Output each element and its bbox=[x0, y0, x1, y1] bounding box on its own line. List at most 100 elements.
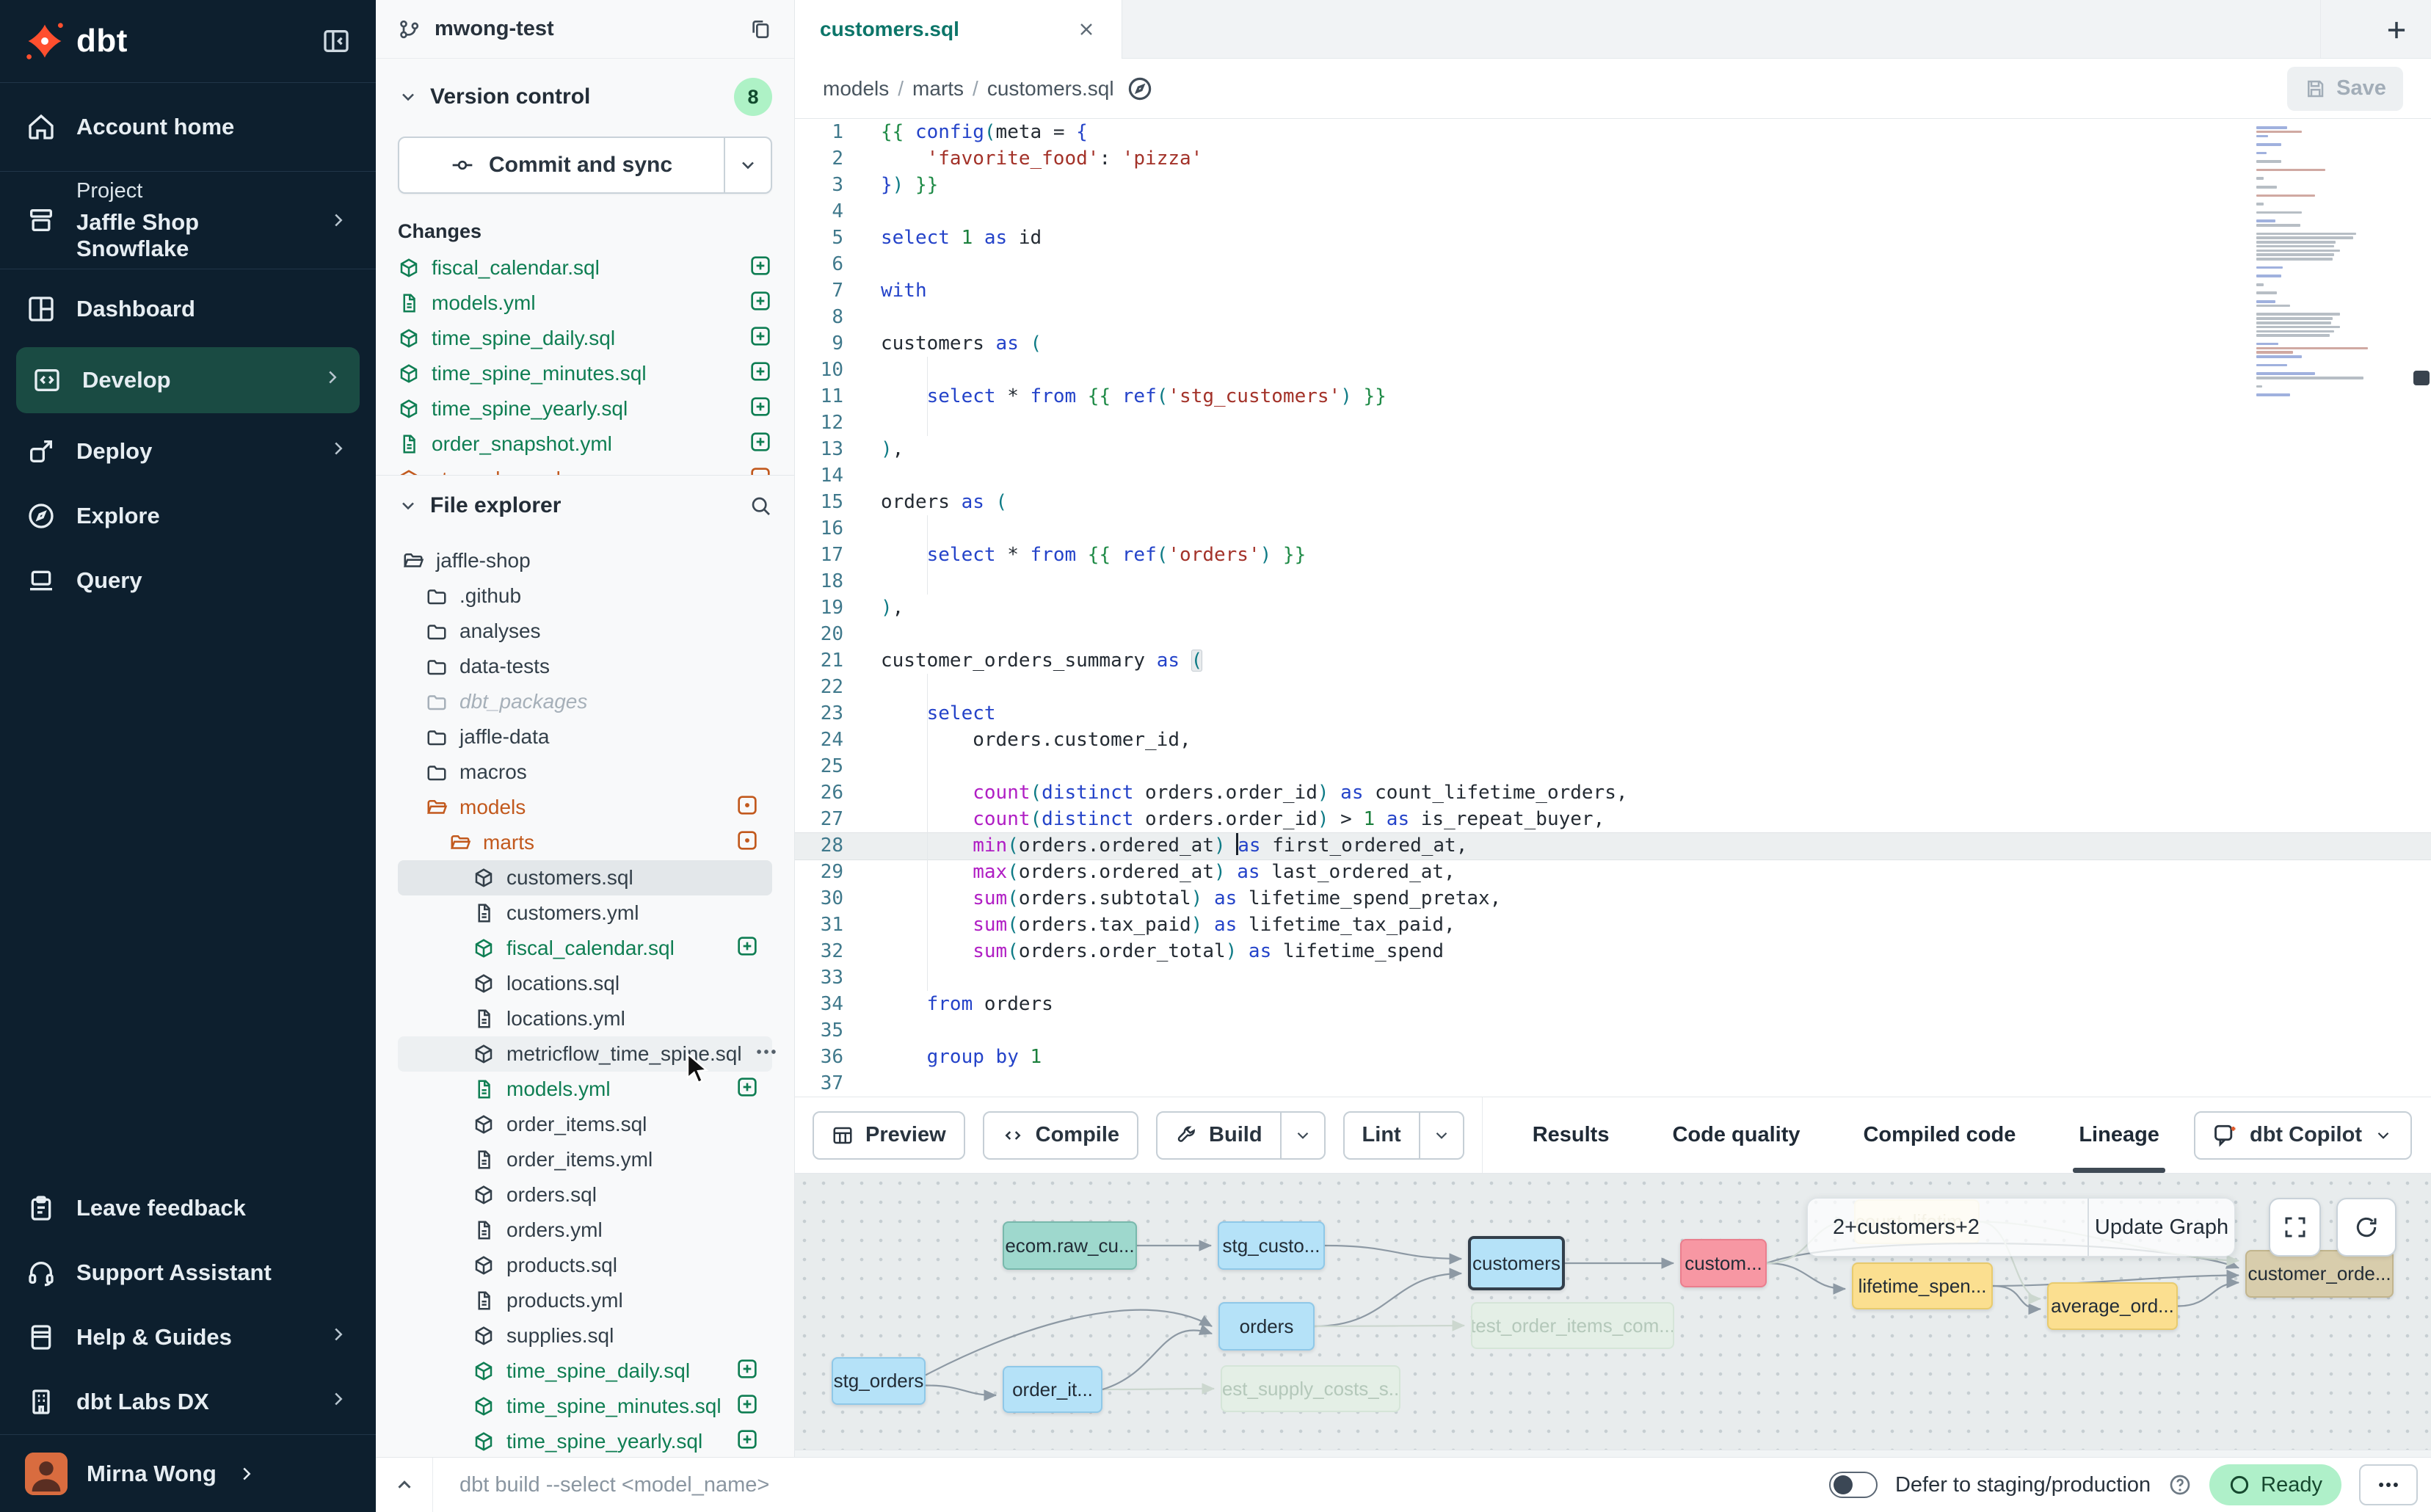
sidebar-item-develop[interactable]: Develop bbox=[16, 347, 360, 413]
changed-file-time_spine_daily.sql[interactable]: time_spine_daily.sql bbox=[398, 321, 772, 356]
sidebar-item-account-home[interactable]: Account home bbox=[0, 83, 376, 171]
tree-item-supplies.sql[interactable]: supplies.sql bbox=[398, 1318, 772, 1353]
user-menu[interactable]: Mirna Wong bbox=[0, 1435, 376, 1512]
version-control-header[interactable]: Version control 8 bbox=[398, 78, 772, 116]
tree-item-dbt_packages[interactable]: dbt_packages bbox=[398, 684, 772, 719]
build-button[interactable]: Build bbox=[1156, 1111, 1326, 1160]
defer-toggle[interactable] bbox=[1829, 1472, 1878, 1498]
lint-button[interactable]: Lint bbox=[1343, 1111, 1464, 1160]
tab-results[interactable]: Results bbox=[1533, 1097, 1610, 1173]
changed-file-fiscal_calendar.sql[interactable]: fiscal_calendar.sql bbox=[398, 250, 772, 286]
tree-item-time_spine_minutes.sql[interactable]: time_spine_minutes.sql bbox=[398, 1389, 772, 1424]
plus-box-icon[interactable] bbox=[735, 934, 759, 958]
sidebar-item-query[interactable]: Query bbox=[0, 548, 376, 613]
tree-item-products.sql[interactable]: products.sql bbox=[398, 1248, 772, 1283]
command-input[interactable]: dbt build --select <model_name> bbox=[459, 1473, 769, 1497]
plus-box-icon[interactable] bbox=[749, 430, 772, 454]
plus-box-icon[interactable] bbox=[735, 1392, 759, 1416]
changed-file-order_snapshot.yml[interactable]: order_snapshot.yml bbox=[398, 426, 772, 462]
sidebar-item-explore[interactable]: Explore bbox=[0, 484, 376, 548]
collapse-sidebar-icon[interactable] bbox=[321, 26, 351, 56]
sidebar-item-dbt-labs-dx[interactable]: dbt Labs DX bbox=[0, 1370, 376, 1434]
update-graph-button[interactable]: Update Graph bbox=[2087, 1199, 2234, 1256]
copy-icon[interactable] bbox=[749, 18, 772, 41]
lineage-node-ecom[interactable]: ecom.raw_cu... bbox=[1003, 1221, 1137, 1270]
changed-file-stg_orders.sql[interactable]: stg_orders.sql bbox=[398, 462, 772, 476]
plus-box-icon[interactable] bbox=[749, 360, 772, 383]
lineage-node-orders[interactable]: orders bbox=[1218, 1302, 1315, 1351]
sidebar-item-help-guides[interactable]: Help & Guides bbox=[0, 1305, 376, 1370]
sidebar-item-dashboard[interactable]: Dashboard bbox=[0, 277, 376, 341]
tree-item-locations.sql[interactable]: locations.sql bbox=[398, 966, 772, 1001]
sidebar-item-leave-feedback[interactable]: Leave feedback bbox=[0, 1176, 376, 1240]
tree-item-locations.yml[interactable]: locations.yml bbox=[398, 1001, 772, 1036]
dots-icon[interactable] bbox=[754, 1039, 779, 1064]
tree-item-.github[interactable]: .github bbox=[398, 578, 772, 614]
tree-item-orders.yml[interactable]: orders.yml bbox=[398, 1213, 772, 1248]
lineage-node-test_supply[interactable]: test_supply_costs_s... bbox=[1221, 1365, 1400, 1412]
plus-box-icon[interactable] bbox=[735, 1428, 759, 1451]
file-explorer-header[interactable]: File explorer bbox=[398, 493, 772, 518]
sidebar-item-support-assistant[interactable]: Support Assistant bbox=[0, 1240, 376, 1305]
tree-item-order_items.sql[interactable]: order_items.sql bbox=[398, 1107, 772, 1142]
tab-customers-sql[interactable]: customers.sql bbox=[795, 0, 1122, 59]
lineage-search-input[interactable]: 2+customers+2 bbox=[1808, 1199, 2087, 1256]
tree-item-customers.yml[interactable]: customers.yml bbox=[398, 895, 772, 931]
close-icon[interactable] bbox=[1076, 19, 1097, 40]
tree-item-marts[interactable]: marts bbox=[398, 825, 772, 860]
sidebar-item-project[interactable]: Project Jaffle Shop Snowflake bbox=[0, 172, 376, 269]
branch-name[interactable]: mwong-test bbox=[435, 17, 554, 41]
save-button[interactable]: Save bbox=[2287, 67, 2403, 111]
code-content[interactable]: {{ config(meta = { 'favorite_food': 'piz… bbox=[881, 119, 2240, 1097]
tab-code-quality[interactable]: Code quality bbox=[1672, 1097, 1800, 1173]
plus-box-icon[interactable] bbox=[749, 254, 772, 277]
help-icon[interactable] bbox=[2168, 1473, 2192, 1497]
more-options-button[interactable] bbox=[2359, 1464, 2418, 1505]
changed-file-models.yml[interactable]: models.yml bbox=[398, 286, 772, 321]
breadcrumb-item[interactable]: customers.sql bbox=[987, 77, 1114, 100]
dbt-copilot-button[interactable]: dbt Copilot bbox=[2194, 1111, 2412, 1160]
code-editor[interactable]: 1234567891011121314151617181920212223242… bbox=[795, 119, 2431, 1097]
minimap[interactable] bbox=[2256, 126, 2381, 398]
build-dropdown[interactable] bbox=[1280, 1113, 1324, 1158]
changed-file-time_spine_yearly.sql[interactable]: time_spine_yearly.sql bbox=[398, 391, 772, 426]
plus-box-icon[interactable] bbox=[749, 324, 772, 348]
tree-item-products.yml[interactable]: products.yml bbox=[398, 1283, 772, 1318]
lineage-hscrollbar[interactable] bbox=[795, 1450, 2431, 1457]
dot-box-icon[interactable] bbox=[735, 829, 759, 852]
tree-item-time_spine_daily.sql[interactable]: time_spine_daily.sql bbox=[398, 1353, 772, 1389]
plus-box-icon[interactable] bbox=[749, 395, 772, 418]
commit-options-button[interactable] bbox=[724, 138, 771, 192]
lint-dropdown[interactable] bbox=[1419, 1113, 1463, 1158]
tree-item-data-tests[interactable]: data-tests bbox=[398, 649, 772, 684]
tree-item-customers.sql[interactable]: customers.sql bbox=[398, 860, 772, 895]
search-icon[interactable] bbox=[749, 494, 772, 517]
tree-item-orders.sql[interactable]: orders.sql bbox=[398, 1177, 772, 1213]
fullscreen-button[interactable] bbox=[2269, 1198, 2321, 1257]
tree-item-metricflow_time_spine.sql[interactable]: metricflow_time_spine.sql bbox=[398, 1036, 772, 1072]
compile-button[interactable]: Compile bbox=[983, 1111, 1138, 1160]
lineage-node-stg_customers[interactable]: stg_custo... bbox=[1218, 1221, 1325, 1270]
lineage-node-average[interactable]: average_ord... bbox=[2047, 1282, 2178, 1330]
dot-box-icon[interactable] bbox=[735, 793, 759, 817]
lineage-canvas[interactable]: ecom.raw_cu... stg_custo... customers custo… bbox=[795, 1174, 2431, 1457]
tree-item-macros[interactable]: macros bbox=[398, 755, 772, 790]
editor-scrollbar-thumb[interactable] bbox=[2413, 371, 2430, 385]
plus-box-icon[interactable] bbox=[735, 1075, 759, 1099]
tab-lineage[interactable]: Lineage bbox=[2079, 1097, 2159, 1173]
tree-item-jaffle-shop[interactable]: jaffle-shop bbox=[398, 543, 772, 578]
sidebar-item-deploy[interactable]: Deploy bbox=[0, 419, 376, 484]
plus-box-icon[interactable] bbox=[749, 289, 772, 313]
tree-item-fiscal_calendar.sql[interactable]: fiscal_calendar.sql bbox=[398, 931, 772, 966]
lineage-node-custom[interactable]: custom... bbox=[1680, 1239, 1767, 1287]
tree-item-jaffle-data[interactable]: jaffle-data bbox=[398, 719, 772, 755]
tree-item-order_items.yml[interactable]: order_items.yml bbox=[398, 1142, 772, 1177]
dbt-logo[interactable]: dbt bbox=[25, 21, 128, 61]
tree-item-models[interactable]: models bbox=[398, 790, 772, 825]
lineage-node-order_items[interactable]: order_it... bbox=[1003, 1366, 1102, 1413]
lineage-node-customers[interactable]: customers bbox=[1468, 1236, 1565, 1290]
lineage-node-stg_orders[interactable]: stg_orders bbox=[832, 1357, 926, 1405]
dot-box-icon[interactable] bbox=[749, 465, 772, 476]
preview-button[interactable]: Preview bbox=[813, 1111, 965, 1160]
breadcrumb-item[interactable]: marts bbox=[912, 77, 964, 100]
